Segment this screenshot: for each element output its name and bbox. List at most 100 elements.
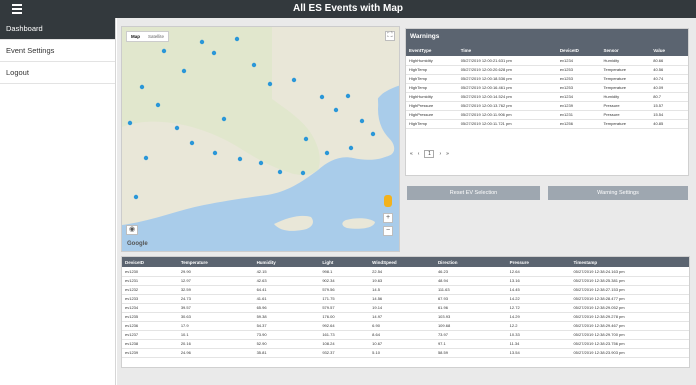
table-row[interactable]: ev1239 24.96 35.81 932.37 5.10 58.59 13.54 05/2… <box>122 348 689 358</box>
warnings-column-header[interactable]: Time <box>457 45 557 56</box>
table-cell: 111.63 <box>434 285 507 295</box>
table-cell: 41.61 <box>253 294 320 304</box>
pager-next-button[interactable]: › <box>439 151 441 157</box>
table-cell: 05/27/2019 12:38:29.052 pm <box>570 303 689 313</box>
sidebar-item-logout[interactable]: Logout <box>0 62 115 84</box>
sidebar-item-event-settings[interactable]: Event Settings <box>0 40 115 62</box>
pager-last-button[interactable]: » <box>446 151 449 157</box>
events-column-header[interactable]: Timestamp <box>570 257 689 267</box>
zoom-in-button[interactable]: + <box>383 213 393 223</box>
table-row[interactable]: ev1235 30.63 59.38 176.00 14.97 103.93 14.29 05… <box>122 312 689 322</box>
table-row[interactable]: ev1238 20.16 52.90 108.24 10.67 97.1 11.34 05/2… <box>122 339 689 349</box>
table-cell: Pressure <box>600 101 651 111</box>
table-cell: ev1236 <box>122 321 178 331</box>
table-row[interactable]: HighHumidity 05/27/2019 12:00:14.524 pm ev… <box>406 92 688 102</box>
table-cell: 12.64 <box>506 267 571 277</box>
warnings-column-header[interactable]: Value <box>650 45 688 56</box>
table-cell: 10.33 <box>506 330 571 340</box>
map-tab-map[interactable]: Map <box>127 32 144 41</box>
warnings-column-header[interactable]: Sensor <box>600 45 651 56</box>
table-cell: 30.63 <box>177 312 254 322</box>
table-row[interactable]: HighPressure 05/27/2019 12:00:13.762 pm ev… <box>406 101 688 111</box>
sidebar-item-dashboard[interactable]: Dashboard <box>0 18 115 40</box>
table-cell: HighPressure <box>406 101 458 111</box>
table-cell: 05/27/2019 12:00:16.461 pm <box>457 83 557 93</box>
events-column-header[interactable]: Light <box>319 257 370 267</box>
pager-page-input[interactable]: 1 <box>424 150 435 158</box>
map-canvas[interactable] <box>122 27 400 252</box>
events-column-header[interactable]: Temperature <box>177 257 254 267</box>
table-cell: 20.16 <box>177 339 254 349</box>
table-cell: 29.90 <box>177 267 254 277</box>
table-cell: 24.73 <box>177 294 254 304</box>
events-column-header[interactable]: Humidity <box>253 257 320 267</box>
table-cell: 14.56 <box>369 294 435 304</box>
table-cell: 176.00 <box>319 312 370 322</box>
table-row[interactable]: HighPressure 05/27/2019 12:00:11.906 pm ev… <box>406 110 688 120</box>
table-cell: HighTemp <box>406 74 458 84</box>
table-cell: 05/27/2019 12:00:20.628 pm <box>457 65 557 75</box>
table-row[interactable]: HighHumidity 05/27/2019 12:00:21.631 pm ev… <box>406 56 688 66</box>
table-cell: 579.56 <box>319 285 370 295</box>
fullscreen-icon[interactable]: ⛶ <box>385 31 395 41</box>
table-cell: 5.10 <box>369 348 435 358</box>
table-cell: 22.54 <box>369 267 435 277</box>
table-cell: 40.85 <box>650 119 688 129</box>
table-cell: ev1231 <box>122 276 178 286</box>
events-column-header[interactable]: Direction <box>434 257 507 267</box>
table-row[interactable]: ev1233 24.73 41.61 171.75 14.56 67.93 14.22 05/… <box>122 294 689 304</box>
events-column-header[interactable]: Pressure <box>506 257 571 267</box>
table-cell: 42.15 <box>253 267 320 277</box>
table-row[interactable]: ev1236 17.9 54.37 992.64 6.90 109.68 12.2 05/27… <box>122 321 689 331</box>
table-cell: 108.24 <box>319 339 370 349</box>
table-cell: 05/27/2019 12:38:23.756 pm <box>570 339 689 349</box>
table-cell: HighTemp <box>406 65 458 75</box>
events-column-header[interactable]: DeviceID <box>122 257 178 267</box>
warnings-column-header[interactable]: DeviceID <box>556 45 601 56</box>
table-cell: 80.7 <box>650 92 688 102</box>
table-cell: HighHumidity <box>406 56 458 66</box>
table-row[interactable]: HighTemp 05/27/2019 12:00:16.461 pm ev1253… <box>406 83 688 93</box>
camera-icon[interactable]: ◉ <box>126 225 138 235</box>
warnings-column-header[interactable]: EventType <box>406 45 458 56</box>
warnings-panel: Warnings EventType Time DeviceID Sensor … <box>405 28 689 176</box>
table-cell: 48.94 <box>434 276 507 286</box>
table-row[interactable]: ev1230 29.90 42.15 998.1 22.54 46.23 12.64 05/2… <box>122 267 689 277</box>
map-type-tabs[interactable]: Map Satellite <box>126 31 170 42</box>
table-cell: 14.5 <box>369 285 435 295</box>
warnings-table: EventType Time DeviceID Sensor Value Hig… <box>406 45 688 129</box>
table-cell: 998.1 <box>319 267 370 277</box>
pager-prev-button[interactable]: ‹ <box>418 151 420 157</box>
table-row[interactable]: HighTemp 05/27/2019 12:00:11.721 pm ev1256… <box>406 119 688 129</box>
pegman-icon[interactable] <box>384 195 392 207</box>
table-cell: 40.09 <box>650 83 688 93</box>
table-row[interactable]: HighTemp 05/27/2019 12:00:18.536 pm ev1253… <box>406 74 688 84</box>
sidebar: Dashboard Event Settings Logout <box>0 18 116 385</box>
table-cell: 11.34 <box>506 339 571 349</box>
map-panel[interactable]: Map Satellite ⛶ + − ◉ Google <box>121 26 400 252</box>
map-tab-satellite[interactable]: Satellite <box>144 32 168 41</box>
reset-ev-selection-button[interactable]: Reset EV Selection <box>407 186 540 200</box>
table-cell: 05/27/2019 12:00:21.631 pm <box>457 56 557 66</box>
table-cell: 35.81 <box>253 348 320 358</box>
table-cell: 6.90 <box>369 321 435 331</box>
zoom-out-button[interactable]: − <box>383 226 393 236</box>
table-cell: 73.90 <box>253 330 320 340</box>
table-row[interactable]: ev1232 32.59 64.41 579.56 14.5 111.63 14.45 05/… <box>122 285 689 295</box>
warning-settings-button[interactable]: Warning Settings <box>548 186 688 200</box>
table-cell: 13.54 <box>506 348 571 358</box>
table-row[interactable]: HighTemp 05/27/2019 12:00:20.628 pm ev1253… <box>406 65 688 75</box>
table-cell: 10.1 <box>177 330 254 340</box>
table-row[interactable]: ev1234 39.57 65.96 579.57 19.14 61.96 12.72 05/… <box>122 303 689 313</box>
table-row[interactable]: ev1237 10.1 73.90 161.73 8.64 73.97 10.33 05/27… <box>122 330 689 340</box>
table-cell: HighPressure <box>406 110 458 120</box>
table-row[interactable]: ev1231 12.97 42.63 902.34 19.63 48.94 13.16 05/… <box>122 276 689 286</box>
table-cell: ev1253 <box>556 74 601 84</box>
table-cell: ev1234 <box>556 56 601 66</box>
table-cell: 17.9 <box>177 321 254 331</box>
table-cell: ev1239 <box>556 101 601 111</box>
pager-first-button[interactable]: « <box>410 151 413 157</box>
warnings-pager: « ‹ 1 › » <box>410 150 449 158</box>
table-cell: 14.29 <box>506 312 571 322</box>
events-column-header[interactable]: WindSpeed <box>369 257 435 267</box>
